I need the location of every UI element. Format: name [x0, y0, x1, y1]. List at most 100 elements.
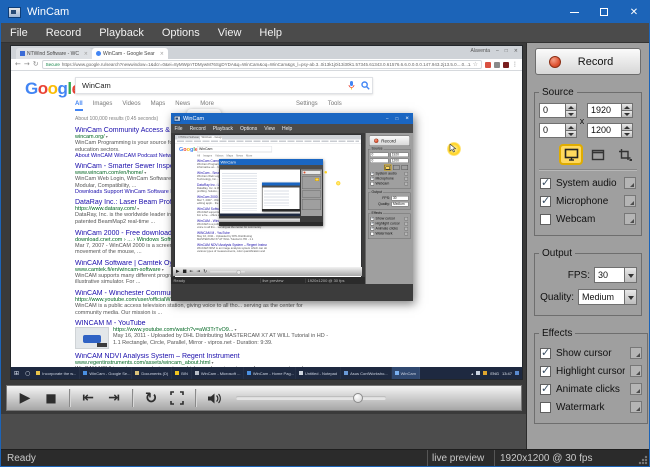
highlight-cursor-settings-button[interactable] [630, 365, 642, 377]
taskbar-item: Incorporate the w... [33, 367, 80, 379]
browser-address-bar: ← → ↻ Secure https://www.google.ru/searc… [11, 59, 522, 71]
volume-slider[interactable] [236, 396, 386, 400]
microphone-row: Microphone [540, 195, 636, 207]
spin-up-icon[interactable] [565, 123, 577, 131]
spin-down-icon[interactable] [565, 131, 577, 138]
source-group: Source 0 x 1920 0 [534, 87, 642, 236]
system-audio-checkbox[interactable] [540, 178, 551, 189]
page-url: https://www.google.ru/search?newwindow=1… [62, 62, 471, 67]
fps-dropdown[interactable]: 30 [594, 267, 637, 283]
skip-to-end-button[interactable]: ⇥ [102, 387, 126, 409]
animate-clicks-checkbox[interactable] [540, 384, 551, 395]
output-group-title: Output [539, 248, 575, 259]
spin-up-icon[interactable] [565, 103, 577, 111]
spin-down-icon[interactable] [565, 111, 577, 118]
quality-dropdown[interactable]: Medium [578, 289, 637, 305]
gnav-videos: Videos [122, 101, 140, 111]
menu-view[interactable]: View [209, 23, 251, 42]
refresh-icon: ↻ [33, 61, 39, 68]
tab1-favicon [20, 51, 25, 56]
extension-icon-2 [494, 62, 500, 68]
show-cursor-checkbox[interactable] [540, 348, 551, 359]
capture-region-button[interactable] [615, 146, 635, 163]
source-x-spinner[interactable]: 0 [539, 103, 577, 118]
microphone-settings-button[interactable] [624, 195, 636, 207]
spin-up-icon[interactable] [621, 103, 633, 111]
skip-to-start-button[interactable]: ⇤ [76, 387, 100, 409]
live-preview: NTWind Software - WC × WinCam - Google S… [11, 46, 522, 379]
taskbar-item: Asus ConfWorksho... [341, 367, 392, 379]
extension-icon-1 [485, 62, 491, 68]
forward-icon: → [24, 61, 30, 68]
taskbar-item: Untitled - Notepad [296, 367, 341, 379]
play-button[interactable]: ▶ [13, 387, 37, 409]
highlight-cursor-checkbox[interactable] [540, 366, 551, 377]
stop-button[interactable]: ■ [39, 387, 63, 409]
microphone-checkbox[interactable] [540, 196, 551, 207]
dropdown-arrow-icon[interactable] [624, 267, 637, 283]
mic-icon [344, 81, 358, 90]
record-button[interactable]: Record [535, 48, 641, 75]
menu-options[interactable]: Options [153, 23, 209, 42]
fps-label: FPS: [568, 270, 590, 281]
back-icon: ← [15, 61, 21, 68]
restart-button[interactable]: ↻ [139, 387, 163, 409]
taskbar-item: BIN [172, 367, 192, 379]
source-height-spinner[interactable]: 1200 [587, 123, 633, 138]
status-mode: live preview [427, 450, 494, 466]
spin-up-icon[interactable] [621, 123, 633, 131]
maximize-icon [600, 8, 608, 16]
volume-button[interactable] [202, 387, 226, 409]
webcam-checkbox[interactable] [540, 214, 551, 225]
source-width-spinner[interactable]: 1920 [587, 103, 633, 118]
dropdown-arrow-icon[interactable] [624, 289, 637, 305]
webcam-settings-button[interactable] [624, 213, 636, 225]
watermark-row: Watermark [540, 401, 642, 413]
capture-screen-button[interactable] [561, 146, 581, 163]
nested-wincam-window-level2: WinCam [219, 159, 323, 226]
menu-help[interactable]: Help [250, 23, 291, 42]
browser-tab-2: WinCam - Google Sear × [92, 48, 168, 59]
system-audio-row: System audio [540, 177, 636, 189]
menu-file[interactable]: File [1, 23, 37, 42]
nested-transport-bar: ▶ ■ ⇤ ⇥ ↻ [173, 267, 362, 276]
tab2-favicon [96, 51, 101, 56]
watermark-settings-button[interactable] [630, 401, 642, 413]
result-stats: About 100,000 results (0.45 seconds) [75, 116, 158, 122]
taskbar-item: WinCam - Microsoft ... [192, 367, 244, 379]
video-thumbnail [75, 327, 109, 349]
show-cursor-settings-button[interactable] [630, 347, 642, 359]
window-title: WinCam [27, 6, 69, 18]
browser-tab-strip: NTWind Software - WC × WinCam - Google S… [11, 46, 522, 59]
spin-down-icon[interactable] [621, 131, 633, 138]
output-group: Output FPS: 30 Quality: Medium [534, 248, 642, 316]
menu-bar: File Record Playback Options View Help [1, 23, 649, 43]
highlighted-cursor [447, 142, 461, 156]
google-logo: Google [25, 79, 81, 99]
fullscreen-icon [170, 391, 184, 405]
status-bar: Ready live preview 1920x1200 @ 30 fps [1, 449, 649, 466]
spin-down-icon[interactable] [621, 111, 633, 118]
menu-record[interactable]: Record [37, 23, 90, 42]
minimize-button[interactable] [559, 1, 589, 23]
cortana-icon: ○ [22, 370, 33, 377]
record-label: Record [561, 56, 630, 68]
effects-group: Effects Show cursor Highlight cursor Ani… [534, 328, 648, 424]
source-y-spinner[interactable]: 0 [539, 123, 577, 138]
watermark-checkbox[interactable] [540, 402, 551, 413]
fullscreen-button[interactable] [165, 387, 189, 409]
nested-cursor-level2 [325, 171, 328, 174]
animate-clicks-settings-button[interactable] [630, 383, 642, 395]
menu-playback[interactable]: Playback [90, 23, 153, 42]
highlight-cursor-row: Highlight cursor [540, 365, 642, 377]
maximize-button[interactable] [589, 1, 619, 23]
start-icon: ⊞ [11, 370, 22, 377]
close-button[interactable]: ✕ [619, 1, 649, 23]
main-area: NTWind Software - WC × WinCam - Google S… [1, 43, 527, 449]
dimension-separator: x [577, 116, 587, 126]
system-tray: ▴ ENG 13:47 [471, 371, 522, 376]
system-audio-settings-button[interactable] [624, 177, 636, 189]
capture-window-button[interactable] [588, 146, 608, 163]
volume-slider-handle[interactable] [353, 393, 363, 403]
resize-grip[interactable] [638, 455, 648, 465]
